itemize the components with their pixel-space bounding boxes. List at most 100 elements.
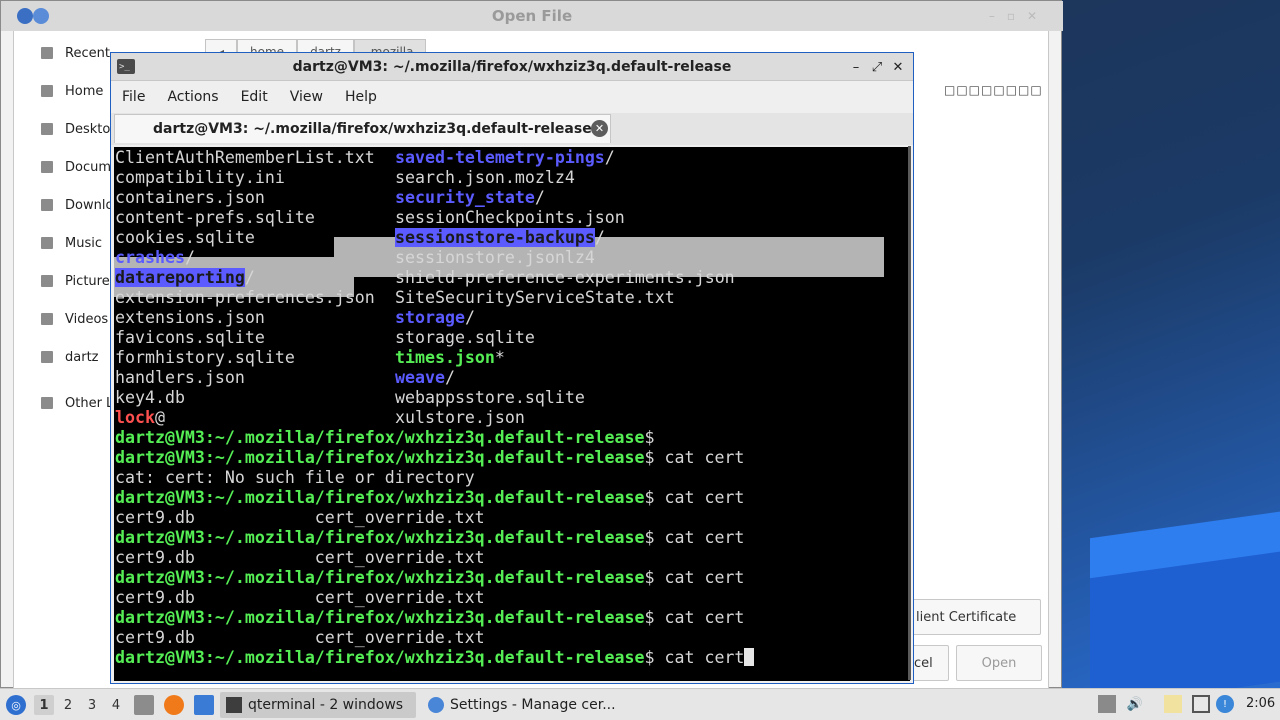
listing-entry: SiteSecurityServiceState.txt — [395, 288, 675, 307]
sidebar-item-videos[interactable]: Videos — [41, 307, 108, 331]
prompt-symbol: $ — [644, 488, 655, 507]
menu-edit[interactable]: Edit — [241, 89, 268, 105]
terminal-tab[interactable]: dartz@VM3: ~/.mozilla/firefox/wxhziz3q.d… — [114, 114, 611, 143]
listing-row: extensions.json storage/ — [115, 308, 475, 328]
home-icon — [41, 85, 53, 97]
open-button[interactable]: Open — [956, 645, 1042, 681]
listing-entry: ClientAuthRememberList.txt — [115, 148, 375, 167]
maximize-icon[interactable]: ⤢ — [868, 57, 886, 77]
terminal-scrollbar[interactable] — [908, 146, 911, 680]
sidebar-item-recent[interactable]: Recent — [41, 41, 110, 65]
file-name: cookies.sqlite — [115, 228, 255, 247]
file-name: favicons.sqlite — [115, 328, 265, 347]
dialog-titlebar[interactable]: Open File –▫✕ — [1, 1, 1063, 31]
show-desktop-icon[interactable] — [194, 695, 214, 715]
listing-col2: shield-preference-experiments.json — [395, 268, 735, 288]
tab-label: dartz@VM3: ~/.mozilla/firefox/wxhziz3q.d… — [153, 121, 592, 137]
volume-icon[interactable]: 🔊 — [1126, 695, 1144, 713]
command-text: cat cert — [654, 528, 745, 547]
file-manager-icon[interactable] — [134, 695, 154, 715]
file-name: xulstore.json — [395, 408, 525, 427]
sidebar-item-label: Deskto — [65, 121, 111, 137]
listing-row: key4.db webappsstore.sqlite — [115, 388, 585, 408]
workspace-4[interactable]: 4 — [106, 695, 126, 715]
menu-view[interactable]: View — [290, 89, 323, 105]
task-label: Settings - Manage cer... — [450, 697, 616, 713]
prompt-line: dartz@VM3:~/.mozilla/firefox/wxhziz3q.de… — [115, 568, 744, 588]
task-settings[interactable]: Settings - Manage cer... — [422, 692, 622, 718]
listing-entry: sessionstore.jsonlz4 — [395, 248, 595, 267]
sidebar-item-desktop[interactable]: Deskto — [41, 117, 110, 141]
window-controls[interactable]: –▫✕ — [989, 9, 1049, 23]
terminal-menubar: File Actions Edit View Help — [111, 82, 913, 112]
sidebar-item-other-locations[interactable]: Other L — [41, 391, 113, 415]
workspace-1[interactable]: 1 — [34, 695, 54, 715]
workspace-2[interactable]: 2 — [58, 695, 78, 715]
task-label: qterminal - 2 windows — [248, 697, 404, 713]
menu-actions[interactable]: Actions — [167, 89, 218, 105]
minimize-icon[interactable]: – — [847, 57, 865, 77]
command-output: cert9.db cert_override.txt — [115, 588, 485, 607]
documents-icon — [41, 161, 53, 173]
menu-help[interactable]: Help — [345, 89, 377, 105]
recent-icon — [41, 47, 53, 59]
terminal-output[interactable]: ClientAuthRememberList.txt saved-telemetr… — [114, 147, 910, 681]
sidebar-item-dartz[interactable]: dartz — [41, 345, 98, 369]
menu-file[interactable]: File — [122, 89, 145, 105]
listing-col2: saved-telemetry-pings/ — [395, 148, 615, 168]
prompt-symbol: $ — [644, 568, 655, 587]
command-output: cert9.db cert_override.txt — [115, 548, 485, 567]
listing-col2: xulstore.json — [395, 408, 525, 428]
sidebar-item-home[interactable]: Home — [41, 79, 103, 103]
directory-name: weave — [395, 368, 445, 387]
network-icon[interactable] — [1192, 695, 1210, 713]
listing-row: extension-preferences.json SiteSecuritySe… — [115, 288, 675, 308]
prompt-line: dartz@VM3:~/.mozilla/firefox/wxhziz3q.de… — [115, 448, 744, 468]
close-icon[interactable]: ✕ — [889, 57, 907, 77]
clipboard-icon[interactable] — [1164, 695, 1182, 713]
downloads-icon — [41, 199, 53, 211]
column-header-glyphs: □□□□□□□□ — [944, 83, 1043, 97]
task-qterminal[interactable]: qterminal - 2 windows — [220, 692, 416, 718]
type-suffix: / — [184, 248, 195, 267]
command-output: cert9.db cert_override.txt — [115, 628, 485, 647]
listing-entry: containers.json — [115, 188, 265, 207]
listing-col2: search.json.mozlz4 — [395, 168, 575, 188]
type-suffix: / — [604, 148, 615, 167]
prompt-line: dartz@VM3:~/.mozilla/firefox/wxhziz3q.de… — [115, 428, 655, 448]
type-suffix: * — [494, 348, 505, 367]
sidebar-item-music[interactable]: Music — [41, 231, 102, 255]
sidebar-item-downloads[interactable]: Downlo — [41, 193, 113, 217]
type-suffix: / — [594, 228, 605, 247]
listing-entry: compatibility.ini — [115, 168, 285, 187]
tab-close-icon[interactable]: ✕ — [591, 120, 608, 137]
terminal-icon — [226, 697, 242, 713]
listing-entry: cookies.sqlite — [115, 228, 255, 247]
terminal-titlebar[interactable]: >_ dartz@VM3: ~/.mozilla/firefox/wxhziz3… — [111, 53, 913, 81]
listing-row: compatibility.ini search.json.mozlz4 — [115, 168, 575, 188]
command-text: cat cert — [654, 608, 745, 627]
sidebar-item-label: dartz — [65, 349, 99, 365]
sidebar-item-pictures[interactable]: Picture — [41, 269, 110, 293]
directory-name: security_state — [395, 188, 535, 207]
prompt-path: dartz@VM3:~/.mozilla/firefox/wxhziz3q.de… — [115, 528, 645, 547]
firefox-icon[interactable] — [164, 695, 184, 715]
listing-entry: storage/ — [395, 308, 475, 327]
sidebar-item-documents[interactable]: Docum — [41, 155, 111, 179]
file-name: shield-preference-experiments.json — [395, 268, 735, 287]
listing-col2: times.json* — [395, 348, 505, 368]
file-name: sessionCheckpoints.json — [395, 208, 625, 227]
workspace-3[interactable]: 3 — [82, 695, 102, 715]
listing-entry: security_state/ — [395, 188, 545, 207]
type-suffix: / — [534, 188, 545, 207]
clock: 2:06 — [1246, 696, 1276, 711]
listing-entry: favicons.sqlite — [115, 328, 265, 347]
sidebar-item-label: Picture — [65, 273, 110, 289]
update-notifier-icon[interactable]: ! — [1216, 695, 1234, 713]
start-menu-icon[interactable]: ◎ — [6, 695, 26, 715]
file-name: extensions.json — [115, 308, 265, 327]
terminal-tabbar: dartz@VM3: ~/.mozilla/firefox/wxhziz3q.d… — [111, 113, 913, 145]
file-name: webappsstore.sqlite — [395, 388, 585, 407]
eject-icon[interactable] — [1098, 695, 1116, 713]
prompt-symbol: $ — [644, 528, 655, 547]
